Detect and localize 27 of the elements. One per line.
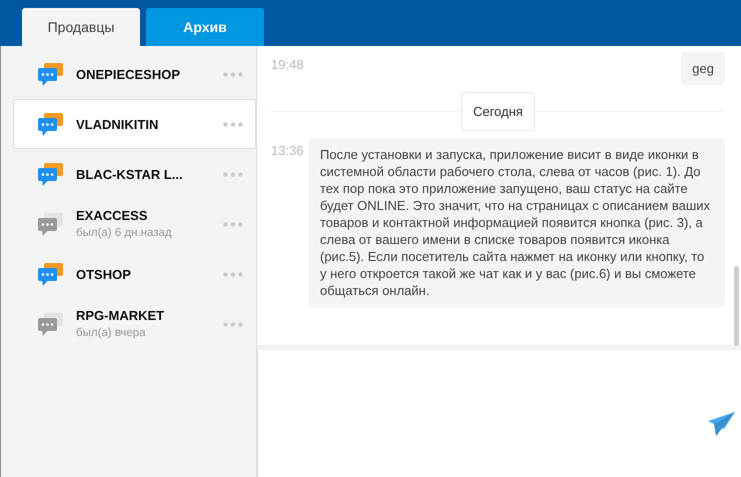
more-icon[interactable] — [223, 322, 243, 327]
seller-item[interactable]: RPG-MARKET был(а) вчера — [13, 299, 256, 350]
seller-item[interactable]: EXACCESS был(а) 6 дн.назад — [13, 199, 256, 250]
message-time: 13:36 — [271, 142, 305, 160]
more-icon[interactable] — [223, 122, 243, 127]
seller-item[interactable]: OTSHOP — [13, 249, 256, 300]
more-icon[interactable] — [223, 272, 243, 277]
more-icon[interactable] — [223, 222, 243, 227]
seller-name: ONEPIECESHOP — [76, 66, 182, 84]
seller-item[interactable]: BLAC-KSTAR L... — [13, 149, 256, 200]
scrollbar-thumb[interactable] — [734, 266, 739, 346]
seller-name: VLADNIKITIN — [76, 116, 160, 134]
tab[interactable]: Продавцы — [22, 8, 140, 46]
seller-name: RPG-MARKET — [76, 306, 166, 325]
seller-name: BLAC-KSTAR L... — [76, 166, 184, 184]
message-bubble: geg — [681, 52, 725, 85]
seller-item[interactable]: ONEPIECESHOP — [13, 49, 256, 100]
seller-item[interactable]: VLADNIKITIN — [13, 99, 256, 150]
last-seen-text: был(а) вчера — [76, 326, 147, 342]
send-icon[interactable] — [708, 412, 735, 436]
seller-name: EXACCESS — [76, 206, 149, 225]
last-seen-text: был(а) 6 дн.назад — [76, 226, 173, 242]
more-icon[interactable] — [223, 172, 243, 177]
message-bubble: После установки и запуска, приложение висит в виде иконки в системной области рабочего стола, слева от часов (рис. 1). До тех пор пока это приложение запущено, ваш статус на сайте будет ONLINE. Это значит, что на страницах с описанием ваших товаров и контактной информацией появится кнопка (рис. 3), а слева от вашего имени в списке товаров появится иконка (рис.5). Если посетитель сайта нажмет на иконку или кнопку, то у него откроется такой же чат как и у вас (рис.6) и вы сможете общаться онлайн. — [309, 138, 725, 306]
more-icon[interactable] — [223, 72, 243, 77]
seller-name: OTSHOP — [76, 266, 132, 284]
message-time: 19:48 — [271, 56, 305, 74]
